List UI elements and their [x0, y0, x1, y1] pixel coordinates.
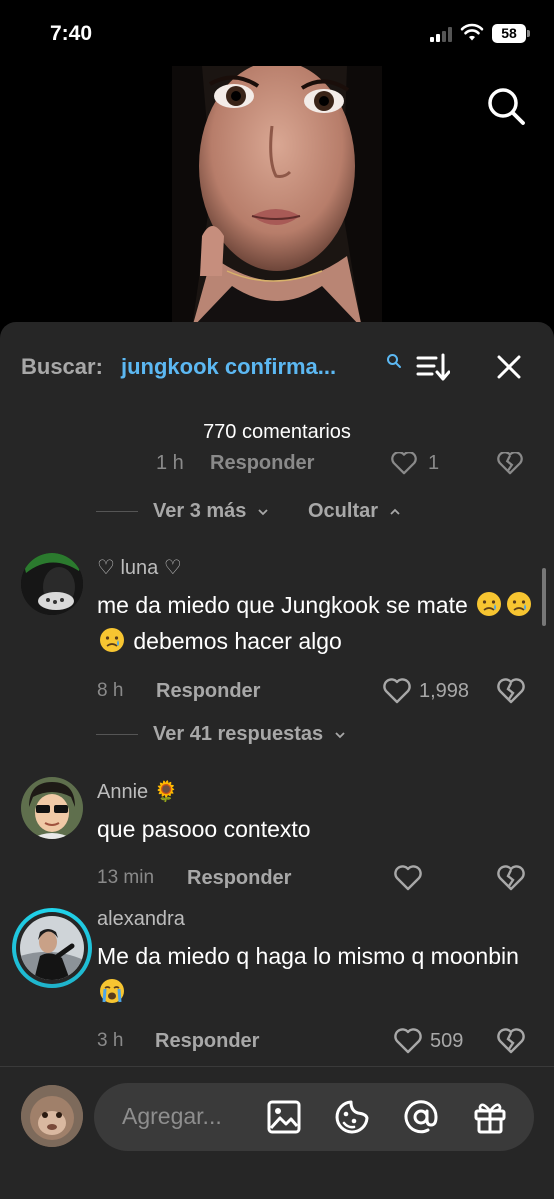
comment-item[interactable]: Annie 🌻 que pasooo contexto 13 min Respo… — [0, 777, 554, 917]
partial-comment-row: 1 h Responder 1 — [0, 452, 554, 475]
image-icon[interactable] — [266, 1099, 302, 1135]
comment-text-part: me da miedo que Jungkook se mate — [97, 592, 468, 618]
avatar-image — [21, 777, 83, 839]
comment-time: 13 min — [97, 867, 155, 888]
like-count: 1 — [428, 452, 440, 474]
comments-sheet: Buscar: jungkook confirma... 770 comenta… — [0, 322, 554, 1199]
scrollbar[interactable] — [542, 568, 546, 626]
avatar-ring-gap — [16, 912, 88, 984]
avatar[interactable] — [21, 777, 83, 839]
at-icon[interactable] — [403, 1099, 439, 1135]
gift-icon[interactable] — [472, 1099, 508, 1135]
view-replies-label: Ver 41 respuestas — [153, 722, 324, 745]
view-more-label: Ver 3 más — [153, 499, 247, 522]
wifi-icon — [460, 23, 484, 41]
reply-button[interactable]: Responder — [210, 452, 314, 475]
broken-heart-icon[interactable] — [496, 864, 526, 892]
view-more-button[interactable]: Ver 3 más — [153, 500, 268, 523]
loudly-crying-emoji — [97, 979, 127, 1005]
broken-heart-icon[interactable] — [496, 677, 526, 705]
signal-icon — [430, 26, 456, 42]
comment-composer: Agregar... — [0, 1066, 554, 1199]
comment-input[interactable]: Agregar... — [94, 1083, 534, 1151]
comment-username[interactable]: Annie 🌻 — [97, 779, 179, 804]
status-bar: 7:40 58 — [0, 0, 554, 66]
heart-icon[interactable] — [382, 677, 412, 705]
view-replies-button[interactable]: Ver 41 respuestas — [153, 723, 345, 746]
divider — [96, 733, 138, 735]
search-icon[interactable] — [486, 86, 526, 126]
comment-username[interactable]: ♡ luna ♡ — [97, 555, 182, 580]
like-count: 509 — [430, 1030, 464, 1052]
heart-icon[interactable] — [393, 1027, 423, 1055]
video-frame — [172, 66, 382, 328]
comments-list[interactable]: 1 h Responder 1 Ver 3 más Ocultar ♡ luna… — [0, 452, 554, 1066]
comment-text: me da miedo que Jungkook se mate debemos… — [97, 587, 537, 659]
comment-item[interactable]: alexandra Me da miedo q haga lo mismo q … — [0, 908, 554, 1066]
avatar-image — [20, 916, 84, 980]
comment-time: 1 h — [156, 452, 184, 474]
heart-icon[interactable] — [390, 452, 418, 476]
comment-username[interactable]: alexandra — [97, 908, 185, 931]
search-query-link[interactable]: jungkook confirma... — [121, 354, 336, 380]
status-time: 7:40 — [50, 22, 93, 45]
comment-text: Me da miedo q haga lo mismo q moonbin — [97, 938, 537, 1010]
username-text: Annie — [97, 781, 149, 803]
sunflower-emoji: 🌻 — [153, 779, 179, 803]
broken-heart-icon[interactable] — [496, 1027, 526, 1055]
comment-count: 770 comentarios — [203, 421, 351, 443]
chevron-up-icon — [389, 508, 400, 515]
avatar-image — [21, 553, 83, 615]
broken-heart-icon[interactable] — [496, 452, 524, 476]
reply-button[interactable]: Responder — [155, 1030, 259, 1053]
heart-icon[interactable] — [393, 864, 423, 892]
comment-time: 8 h — [97, 680, 124, 701]
chevron-down-icon — [258, 508, 268, 515]
avatar[interactable] — [21, 1085, 83, 1147]
sort-icon[interactable] — [416, 352, 450, 382]
like-count: 1,998 — [419, 680, 470, 702]
avatar-image — [21, 1085, 83, 1147]
chevron-down-icon — [335, 731, 345, 738]
avatar[interactable] — [21, 553, 83, 615]
reply-button[interactable]: Responder — [187, 867, 291, 890]
hide-label: Ocultar — [307, 499, 379, 522]
comment-time: 3 h — [97, 1030, 124, 1051]
view-replies-row: Ver 41 respuestas — [96, 719, 345, 749]
divider — [96, 510, 138, 512]
avatar-story-ring[interactable] — [12, 908, 92, 988]
hide-button[interactable]: Ocultar — [308, 500, 400, 523]
battery-indicator: 58 — [492, 24, 530, 43]
comment-text-part: debemos hacer algo — [133, 628, 342, 654]
close-icon[interactable] — [495, 353, 523, 381]
comment-input-placeholder: Agregar... — [122, 1103, 222, 1129]
reply-button[interactable]: Responder — [156, 680, 260, 703]
sheet-header: Buscar: jungkook confirma... — [0, 322, 554, 412]
video-preview[interactable] — [172, 66, 382, 328]
comment-text: que pasooo contexto — [97, 816, 311, 842]
search-label: Buscar: — [21, 354, 103, 379]
comment-text-part: Me da miedo q haga lo mismo q moonbin — [97, 943, 519, 969]
thread-toggle-row: Ver 3 más Ocultar — [96, 496, 400, 526]
search-icon[interactable] — [386, 353, 402, 369]
sticker-icon[interactable] — [334, 1099, 370, 1135]
